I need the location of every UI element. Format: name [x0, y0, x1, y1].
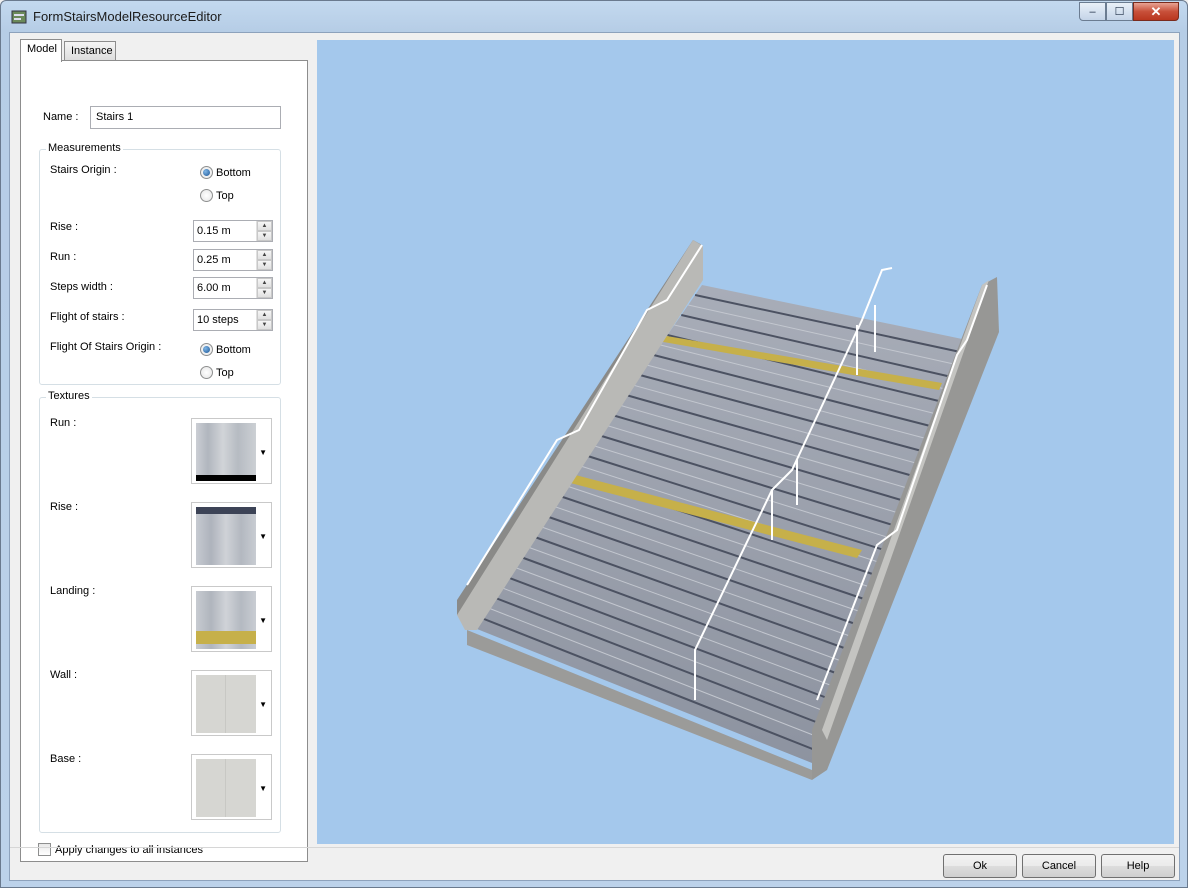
close-icon: ✕ [1150, 3, 1162, 19]
spin-down-icon[interactable]: ▼ [257, 260, 272, 270]
steps-width-spinner[interactable]: 6.00 m ▲ ▼ [193, 277, 273, 299]
texture-wall-selector[interactable]: ▼ [191, 670, 272, 736]
radio-label: Bottom [216, 166, 251, 179]
maximize-icon: ☐ [1114, 6, 1125, 18]
close-button[interactable]: ✕ [1133, 2, 1179, 21]
texture-rise-preview [196, 507, 256, 565]
run-label: Run : [50, 251, 77, 263]
measurements-group: Measurements Stairs Origin : Bottom Top … [39, 142, 281, 385]
chevron-down-icon[interactable]: ▼ [259, 700, 267, 709]
textures-group: Textures Run : ▼ Rise : ▼ Landing : ▼ Wa… [39, 390, 281, 833]
minimize-button[interactable]: ‒ [1079, 2, 1106, 21]
tab-model[interactable]: Model [20, 39, 62, 62]
help-button[interactable]: Help [1101, 854, 1175, 878]
flight-origin-bottom-radio[interactable]: Bottom [200, 343, 251, 356]
name-label: Name : [43, 111, 79, 123]
checkbox-unchecked-icon [38, 843, 51, 856]
texture-wall-preview [196, 675, 256, 733]
cancel-button[interactable]: Cancel [1022, 854, 1096, 878]
texture-run-preview [196, 423, 256, 481]
rise-spinner[interactable]: 0.15 m ▲ ▼ [193, 220, 273, 242]
app-window: FormStairsModelResourceEditor ‒ ☐ ✕ Mode… [0, 0, 1188, 888]
stairs-origin-bottom-radio[interactable]: Bottom [200, 166, 251, 179]
app-icon [11, 10, 27, 24]
texture-base-selector[interactable]: ▼ [191, 754, 272, 820]
steps-width-value: 6.00 m [197, 282, 231, 294]
steps-width-label: Steps width : [50, 281, 113, 293]
radio-selected-icon [200, 343, 213, 356]
flight-origin-label: Flight Of Stairs Origin : [50, 341, 162, 353]
texture-rise-label: Rise : [50, 501, 79, 513]
stairs-origin-label: Stairs Origin : [50, 164, 117, 176]
stairs-origin-top-radio[interactable]: Top [200, 189, 234, 202]
client-area: Model Instance Name : Stairs 1 Measureme… [9, 32, 1180, 881]
apply-all-checkbox[interactable]: Apply changes to all instances [38, 843, 203, 856]
spin-up-icon[interactable]: ▲ [257, 250, 272, 260]
texture-base-preview [196, 759, 256, 817]
chevron-down-icon[interactable]: ▼ [259, 532, 267, 541]
spin-up-icon[interactable]: ▲ [257, 310, 272, 320]
chevron-down-icon[interactable]: ▼ [259, 448, 267, 457]
radio-label: Top [216, 189, 234, 202]
window-title: FormStairsModelResourceEditor [33, 9, 222, 24]
textures-title: Textures [46, 390, 92, 402]
texture-landing-preview [196, 591, 256, 649]
texture-rise-selector[interactable]: ▼ [191, 502, 272, 568]
model-tab-page: Name : Stairs 1 Measurements Stairs Orig… [20, 60, 308, 862]
tab-instance[interactable]: Instance [64, 41, 116, 61]
run-value: 0.25 m [197, 254, 231, 266]
3d-preview-viewport[interactable] [317, 40, 1174, 844]
name-input[interactable]: Stairs 1 [90, 106, 281, 129]
flight-origin-top-radio[interactable]: Top [200, 366, 234, 379]
title-bar[interactable]: FormStairsModelResourceEditor ‒ ☐ ✕ [1, 1, 1187, 33]
radio-unselected-icon [200, 189, 213, 202]
texture-landing-label: Landing : [50, 585, 96, 597]
apply-all-label: Apply changes to all instances [55, 843, 203, 856]
radio-label: Bottom [216, 343, 251, 356]
radio-unselected-icon [200, 366, 213, 379]
rise-value: 0.15 m [197, 225, 231, 237]
spin-up-icon[interactable]: ▲ [257, 221, 272, 231]
maximize-button[interactable]: ☐ [1106, 2, 1133, 21]
texture-landing-selector[interactable]: ▼ [191, 586, 272, 652]
chevron-down-icon[interactable]: ▼ [259, 784, 267, 793]
radio-selected-icon [200, 166, 213, 179]
radio-label: Top [216, 366, 234, 379]
spin-down-icon[interactable]: ▼ [257, 320, 272, 330]
texture-run-label: Run : [50, 417, 77, 429]
footer-separator [10, 847, 1179, 848]
spin-down-icon[interactable]: ▼ [257, 288, 272, 298]
texture-run-selector[interactable]: ▼ [191, 418, 272, 484]
ok-button[interactable]: Ok [943, 854, 1017, 878]
texture-wall-label: Wall : [50, 669, 78, 681]
spin-down-icon[interactable]: ▼ [257, 231, 272, 241]
measurements-title: Measurements [46, 142, 123, 154]
flight-of-stairs-value: 10 steps [197, 314, 239, 326]
texture-base-label: Base : [50, 753, 82, 765]
spin-up-icon[interactable]: ▲ [257, 278, 272, 288]
minimize-icon: ‒ [1089, 5, 1096, 18]
chevron-down-icon[interactable]: ▼ [259, 616, 267, 625]
stairs-3d-model [457, 240, 999, 780]
flight-of-stairs-spinner[interactable]: 10 steps ▲ ▼ [193, 309, 273, 331]
flight-of-stairs-label: Flight of stairs : [50, 311, 125, 323]
rise-label: Rise : [50, 221, 79, 233]
run-spinner[interactable]: 0.25 m ▲ ▼ [193, 249, 273, 271]
